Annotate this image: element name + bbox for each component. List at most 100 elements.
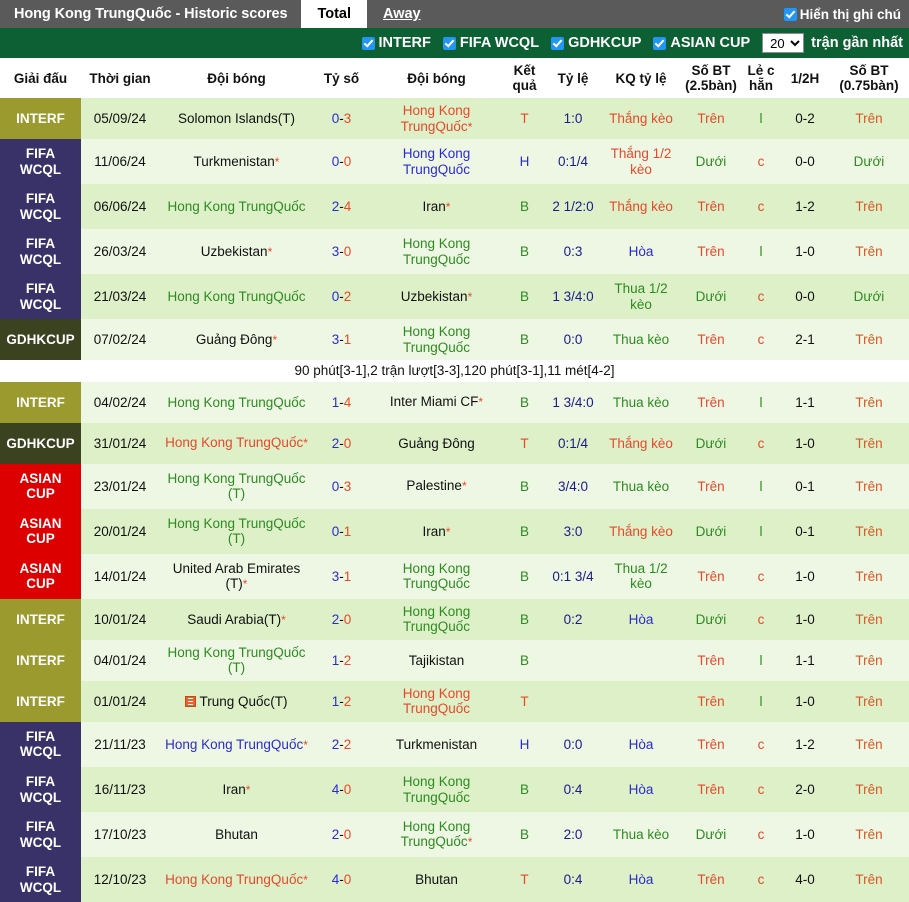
league-badge[interactable]: FIFA WCQL (0, 766, 81, 813)
league-badge[interactable]: FIFA WCQL (0, 139, 81, 185)
team-name[interactable]: Hong Kong TrungQuốc* (369, 812, 504, 858)
team-name[interactable]: Turkmenistan* (159, 139, 314, 185)
league-badge[interactable]: FIFA WCQL (0, 229, 81, 275)
team-name[interactable]: Hong Kong TrungQuốc (T) (159, 508, 314, 554)
league-badge[interactable]: ASIAN CUP (0, 463, 81, 509)
league-filter-interf[interactable]: INTERF (361, 35, 431, 51)
table-row[interactable]: INTERF 01/01/24 Trung Quốc(T) 1-2 Hong Kong … (0, 680, 909, 722)
checkbox-icon[interactable] (361, 36, 375, 50)
team-name[interactable]: Iran* (369, 508, 504, 554)
table-row[interactable]: ASIAN CUP 20/01/24 Hong Kong TrungQuốc (T)… (0, 508, 909, 554)
table-row[interactable]: FIFA WCQL 16/11/23 Iran* 4-0 Hong Kong Trung… (0, 766, 909, 813)
league-badge[interactable]: FIFA WCQL (0, 721, 81, 767)
league-badge[interactable]: INTERF (0, 98, 81, 140)
league-badge[interactable]: INTERF (0, 381, 81, 423)
tab-total[interactable]: Total (301, 0, 367, 28)
league-badge[interactable]: FIFA WCQL (0, 274, 81, 320)
league-badge[interactable]: GDHKCUP (0, 422, 81, 464)
table-row[interactable]: FIFA WCQL 21/11/23 Hong Kong TrungQuốc* 2-2… (0, 721, 909, 767)
league-badge[interactable]: FIFA WCQL (0, 184, 81, 230)
table-row[interactable]: INTERF 04/01/24 Hong Kong TrungQuốc (T) 1-2… (0, 639, 909, 681)
team-name[interactable]: Iran* (369, 184, 504, 230)
match-result: B (504, 463, 545, 509)
team-name[interactable]: Iran* (159, 766, 314, 813)
team-name[interactable]: Hong Kong TrungQuốc (369, 680, 504, 722)
team-name[interactable]: Hong Kong TrungQuốc* (159, 721, 314, 767)
table-row[interactable]: ASIAN CUP 14/01/24 United Arab Emirates (T… (0, 553, 909, 599)
team-name[interactable]: Hong Kong TrungQuốc* (159, 857, 314, 902)
over-under-075: Trên (829, 766, 909, 813)
home-advantage-star-icon: * (267, 244, 273, 259)
table-row[interactable]: INTERF 04/02/24 Hong Kong TrungQuốc 1-4 Inte… (0, 381, 909, 423)
league-badge[interactable]: INTERF (0, 639, 81, 681)
table-row[interactable]: FIFA WCQL 12/10/23 Hong Kong TrungQuốc* 4-0… (0, 857, 909, 902)
team-name[interactable]: Hong Kong TrungQuốc (369, 139, 504, 185)
show-notes-checkbox-icon[interactable] (783, 7, 797, 21)
team-name[interactable]: Hong Kong TrungQuốc* (159, 422, 314, 464)
team-name[interactable]: Bhutan (159, 812, 314, 858)
show-notes-toggle[interactable]: Hiển thị ghi chú (783, 0, 909, 28)
team-name[interactable]: Inter Miami CF* (369, 381, 504, 423)
league-badge[interactable]: ASIAN CUP (0, 508, 81, 554)
team-name[interactable]: Hong Kong TrungQuốc* (369, 98, 504, 140)
table-row[interactable]: FIFA WCQL 21/03/24 Hong Kong TrungQuốc 0-2 U… (0, 274, 909, 320)
team-name[interactable]: Hong Kong TrungQuốc (369, 598, 504, 640)
team-name[interactable]: Hong Kong TrungQuốc (159, 381, 314, 423)
table-row[interactable]: INTERF 10/01/24 Saudi Arabia(T)* 2-0 Hong Ko… (0, 598, 909, 640)
team-name[interactable]: Turkmenistan (369, 721, 504, 767)
team-name[interactable]: Guảng Đông (369, 422, 504, 464)
team-name[interactable]: Hong Kong TrungQuốc (369, 319, 504, 361)
table-row[interactable]: ASIAN CUP 23/01/24 Hong Kong TrungQuốc (T)… (0, 463, 909, 509)
league-filter-gdhkcup[interactable]: GDHKCUP (551, 35, 641, 51)
team-name[interactable]: United Arab Emirates (T)* (159, 553, 314, 599)
table-row[interactable]: GDHKCUP 31/01/24 Hong Kong TrungQuốc* 2-0 Gu… (0, 422, 909, 464)
team-name[interactable]: Palestine* (369, 463, 504, 509)
league-badge-label: FIFA WCQL (19, 146, 62, 177)
team-name[interactable]: Trung Quốc(T) (159, 680, 314, 722)
team-name[interactable]: Hong Kong TrungQuốc (T) (159, 639, 314, 681)
league-badge-label: INTERF (16, 693, 65, 709)
match-score: 1-2 (314, 680, 369, 722)
league-badge[interactable]: FIFA WCQL (0, 812, 81, 858)
team-name[interactable]: Saudi Arabia(T)* (159, 598, 314, 640)
over-under-25: Trên (681, 680, 741, 722)
match-count-select[interactable]: 10203050 (762, 33, 805, 53)
table-row[interactable]: GDHKCUP 07/02/24 Guảng Đông* 3-1 Hong Kong T… (0, 319, 909, 361)
score-away: 4 (343, 394, 352, 410)
league-badge[interactable]: FIFA WCQL (0, 857, 81, 902)
team-name[interactable]: Solomon Islands(T) (159, 98, 314, 140)
half-time-score: 1-0 (781, 680, 829, 722)
checkbox-icon[interactable] (442, 36, 456, 50)
team-name[interactable]: Hong Kong TrungQuốc (369, 553, 504, 599)
team-name[interactable]: Uzbekistan* (159, 229, 314, 275)
table-row[interactable]: FIFA WCQL 06/06/24 Hong Kong TrungQuốc 2-4 I… (0, 184, 909, 230)
table-row[interactable]: FIFA WCQL 26/03/24 Uzbekistan* 3-0 Hong Kong… (0, 229, 909, 275)
team-label: Guảng Đông (398, 435, 475, 451)
league-filter-asian-cup[interactable]: ASIAN CUP (653, 35, 750, 51)
match-result: B (504, 766, 545, 813)
team-name[interactable]: Hong Kong TrungQuốc (159, 184, 314, 230)
league-badge[interactable]: INTERF (0, 680, 81, 722)
team-name[interactable]: Hong Kong TrungQuốc (369, 229, 504, 275)
league-badge[interactable]: GDHKCUP (0, 319, 81, 361)
team-name[interactable]: Hong Kong TrungQuốc (T) (159, 463, 314, 509)
league-badge[interactable]: INTERF (0, 598, 81, 640)
league-badge[interactable]: ASIAN CUP (0, 553, 81, 599)
checkbox-icon[interactable] (551, 36, 565, 50)
league-badge-label: FIFA WCQL (19, 819, 62, 850)
team-name[interactable]: Hong Kong TrungQuốc (159, 274, 314, 320)
over-under-075: Trên (829, 721, 909, 767)
table-row[interactable]: INTERF 05/09/24 Solomon Islands(T) 0-3 Hong … (0, 98, 909, 140)
team-name[interactable]: Bhutan (369, 857, 504, 902)
team-label: Hong Kong TrungQuốc (402, 773, 471, 805)
tab-away[interactable]: Away (367, 0, 437, 28)
team-name[interactable]: Hong Kong TrungQuốc (369, 766, 504, 813)
table-row[interactable]: FIFA WCQL 11/06/24 Turkmenistan* 0-0 Hong Ko… (0, 139, 909, 185)
team-name[interactable]: Tajikistan (369, 639, 504, 681)
checkbox-icon[interactable] (653, 36, 667, 50)
team-name[interactable]: Guảng Đông* (159, 319, 314, 361)
home-advantage-star-icon: * (303, 737, 308, 752)
league-filter-fifa-wcql[interactable]: FIFA WCQL (442, 35, 539, 51)
team-name[interactable]: Uzbekistan* (369, 274, 504, 320)
table-row[interactable]: FIFA WCQL 17/10/23 Bhutan 2-0 Hong Kong Trun… (0, 812, 909, 858)
